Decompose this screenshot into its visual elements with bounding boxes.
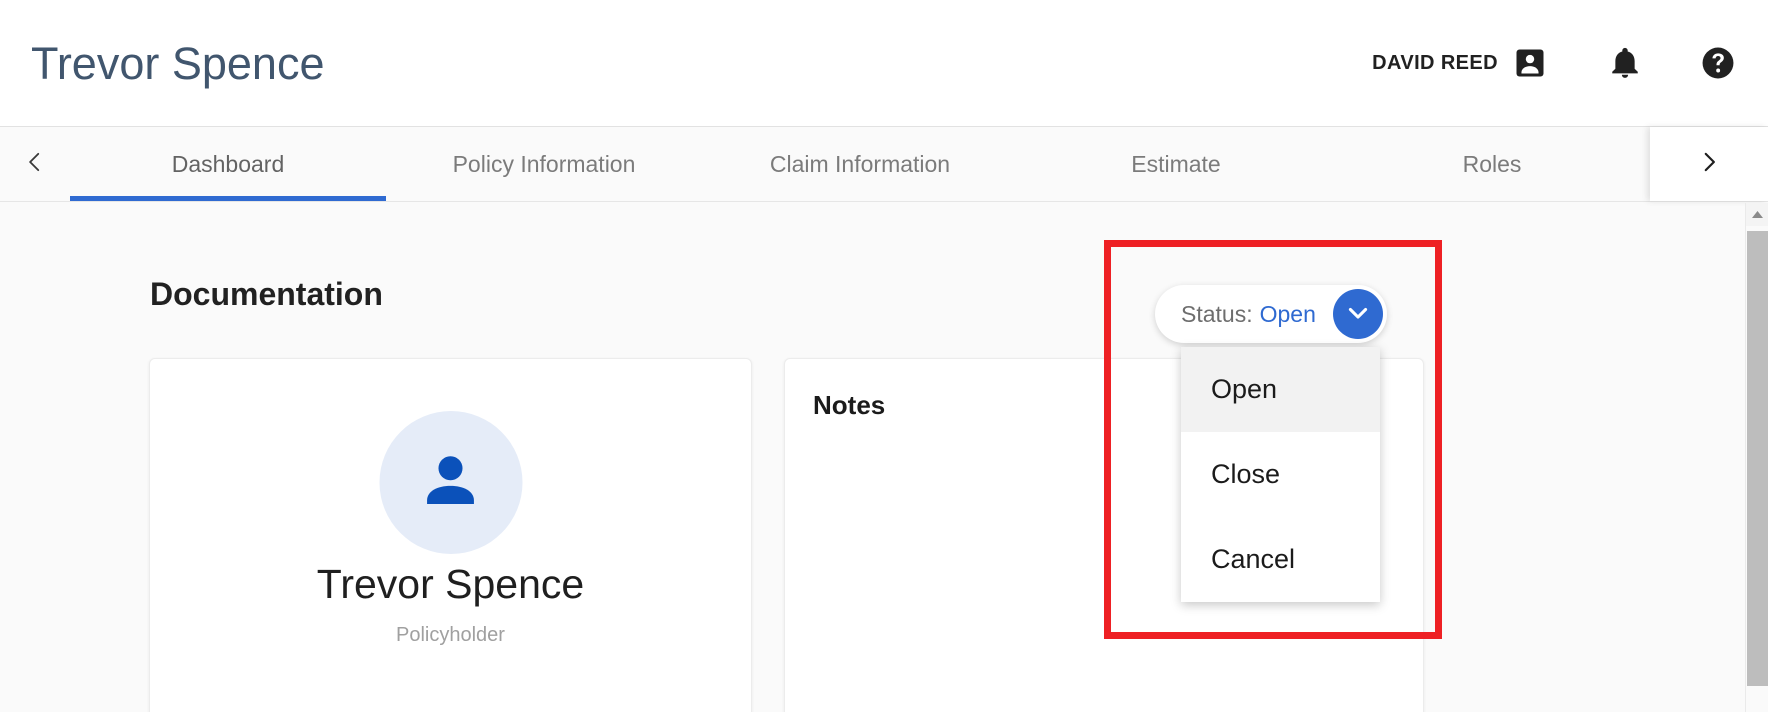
chevron-left-icon	[22, 142, 48, 187]
tab-policy-information[interactable]: Policy Information	[386, 127, 702, 201]
tab-roles[interactable]: Roles	[1334, 127, 1650, 201]
status-dropdown-toggle[interactable]	[1333, 289, 1383, 339]
tab-bar: Dashboard Policy Information Claim Infor…	[0, 127, 1768, 202]
tab-label: Dashboard	[171, 150, 285, 177]
status-option-label: Cancel	[1211, 544, 1296, 574]
person-role: Policyholder	[396, 624, 505, 646]
status-option-close[interactable]: Close	[1181, 432, 1380, 517]
triangle-up-icon	[1751, 206, 1764, 224]
status-dropdown-menu: Open Close Cancel	[1181, 347, 1380, 602]
avatar	[379, 411, 522, 554]
tab-label: Policy Information	[452, 150, 636, 177]
status-control: Status: Open Open Close Cancel	[1155, 285, 1387, 602]
status-option-cancel[interactable]: Cancel	[1181, 517, 1380, 602]
tabs-scroll-left-button[interactable]	[0, 127, 70, 201]
section-title: Documentation	[150, 276, 383, 312]
user-menu[interactable]: DAVID REED	[1372, 45, 1548, 81]
status-label: Status:	[1181, 300, 1253, 327]
notes-title: Notes	[813, 390, 886, 420]
tab-label: Estimate	[1131, 150, 1221, 177]
app-window: Trevor Spence DAVID REED Dashboard Polic…	[0, 0, 1768, 712]
chevron-right-icon	[1696, 142, 1722, 187]
main-content: Documentation Trevor Spence Policyholder…	[0, 203, 1745, 712]
status-pill[interactable]: Status: Open	[1155, 285, 1387, 343]
page-title: Trevor Spence	[31, 37, 325, 89]
tab-estimate[interactable]: Estimate	[1018, 127, 1334, 201]
user-name-label: DAVID REED	[1372, 51, 1498, 74]
chevron-down-icon	[1344, 299, 1372, 330]
header-actions: DAVID REED	[1372, 45, 1768, 81]
status-option-label: Open	[1211, 374, 1278, 404]
tab-list: Dashboard Policy Information Claim Infor…	[70, 127, 1650, 201]
app-header: Trevor Spence DAVID REED	[0, 0, 1768, 127]
person-card: Trevor Spence Policyholder	[149, 358, 752, 712]
help-circle-icon[interactable]	[1700, 45, 1736, 81]
tabs-scroll-right-button[interactable]	[1650, 127, 1768, 201]
tab-label: Claim Information	[769, 150, 951, 177]
status-value: Open	[1259, 300, 1316, 327]
scroll-up-button[interactable]	[1746, 203, 1768, 226]
status-option-label: Close	[1211, 459, 1281, 489]
tab-label: Roles	[1462, 150, 1522, 177]
bell-icon[interactable]	[1608, 46, 1642, 80]
tab-dashboard[interactable]: Dashboard	[70, 127, 386, 201]
scroll-thumb[interactable]	[1747, 231, 1768, 686]
tab-claim-information[interactable]: Claim Information	[702, 127, 1018, 201]
person-name: Trevor Spence	[316, 561, 585, 607]
person-icon	[414, 443, 488, 522]
vertical-scrollbar[interactable]	[1745, 203, 1768, 712]
status-option-open[interactable]: Open	[1181, 347, 1380, 432]
account-box-icon[interactable]	[1512, 45, 1548, 81]
